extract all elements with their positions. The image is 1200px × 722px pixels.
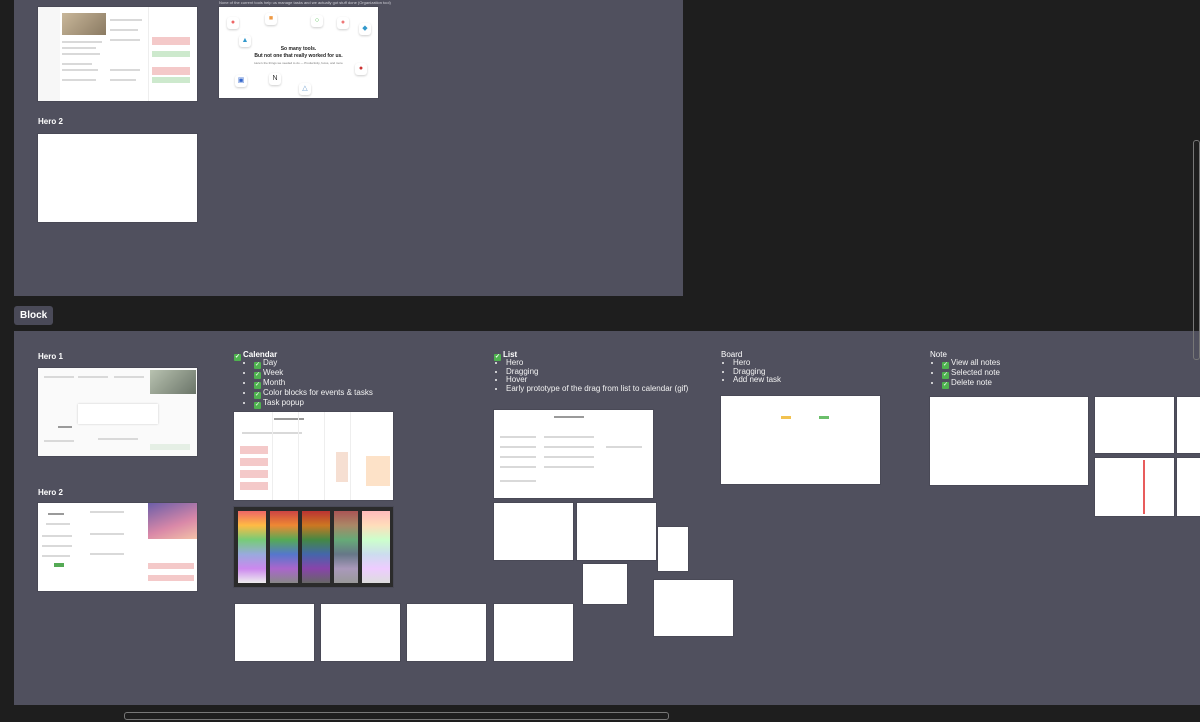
note-frame-partial-2[interactable] bbox=[1177, 458, 1200, 516]
hero1-label: Hero 1 bbox=[38, 352, 63, 361]
app-icon: ▣ bbox=[235, 75, 247, 87]
hero2-frame[interactable] bbox=[38, 503, 197, 591]
list-frame-popup[interactable] bbox=[658, 527, 688, 571]
app-icon: △ bbox=[299, 83, 311, 95]
top-hero2-label: Hero 2 bbox=[38, 117, 63, 126]
horizontal-scrollbar[interactable] bbox=[124, 712, 669, 720]
check-icon: ✓ bbox=[254, 392, 261, 399]
board-frame[interactable] bbox=[721, 396, 880, 484]
task-frame-2[interactable] bbox=[321, 604, 400, 661]
board-list: Hero Dragging Add new task bbox=[721, 358, 781, 385]
list-frame-hover[interactable] bbox=[577, 503, 656, 560]
promo-headline-1: So many tools. bbox=[280, 46, 317, 52]
app-icon: ● bbox=[355, 63, 367, 75]
calendar-frame-week[interactable] bbox=[234, 412, 393, 500]
vertical-scrollbar[interactable] bbox=[1193, 140, 1200, 360]
section-tag-block[interactable]: Block bbox=[14, 306, 54, 325]
top-hero-frame[interactable] bbox=[38, 7, 197, 101]
app-icon: ○ bbox=[311, 15, 323, 27]
hero2-label: Hero 2 bbox=[38, 488, 63, 497]
task-frame-3[interactable] bbox=[407, 604, 486, 661]
note-frame-delete[interactable] bbox=[1095, 458, 1174, 516]
app-icon: ◆ bbox=[359, 23, 371, 35]
list-frame-small[interactable] bbox=[583, 564, 627, 604]
list-item: ✓Delete note bbox=[942, 378, 1000, 389]
check-icon: ✓ bbox=[942, 382, 949, 389]
list-item: Add new task bbox=[733, 375, 781, 385]
hero1-frame[interactable] bbox=[38, 368, 197, 456]
note-frame-selected[interactable] bbox=[1095, 397, 1174, 453]
list-item: Dragging bbox=[506, 367, 688, 377]
note-frame-all[interactable] bbox=[930, 397, 1088, 485]
list-frame-hero[interactable] bbox=[494, 410, 653, 498]
list-items: Hero Dragging Hover Early prototype of t… bbox=[494, 358, 688, 394]
app-icon: ● bbox=[337, 17, 349, 29]
note-list: ✓View all notes ✓Selected note ✓Delete n… bbox=[930, 358, 1000, 389]
check-icon: ✓ bbox=[234, 354, 241, 361]
calendar-frame-colors[interactable] bbox=[234, 507, 393, 587]
task-frame-1[interactable] bbox=[235, 604, 314, 661]
promo-frame[interactable]: ● ▲ ■ ○ ● ◆ So many tools. But not one t… bbox=[219, 7, 378, 98]
check-icon: ✓ bbox=[942, 362, 949, 369]
list-frame-drag[interactable] bbox=[494, 503, 573, 560]
check-icon: ✓ bbox=[942, 372, 949, 379]
list-item: ✓Task popup bbox=[254, 398, 373, 409]
check-icon: ✓ bbox=[254, 362, 261, 369]
calendar-list: ✓Day ✓Week ✓Month ✓Color blocks for even… bbox=[242, 358, 373, 409]
list-frame-menu[interactable] bbox=[654, 580, 733, 636]
app-icon: N bbox=[269, 73, 281, 85]
check-icon: ✓ bbox=[254, 402, 261, 409]
check-icon: ✓ bbox=[254, 372, 261, 379]
app-icon: ■ bbox=[265, 13, 277, 25]
app-icon: ● bbox=[227, 17, 239, 29]
list-item: Early prototype of the drag from list to… bbox=[506, 384, 688, 394]
note-frame-partial-1[interactable] bbox=[1177, 397, 1200, 453]
top-hero2-frame[interactable] bbox=[38, 134, 197, 222]
promo-headline-2: But not one that really worked for us. bbox=[254, 53, 343, 59]
task-frame-4[interactable] bbox=[494, 604, 573, 661]
check-icon: ✓ bbox=[254, 382, 261, 389]
top-note: None of the current tools help us manage… bbox=[219, 0, 391, 5]
